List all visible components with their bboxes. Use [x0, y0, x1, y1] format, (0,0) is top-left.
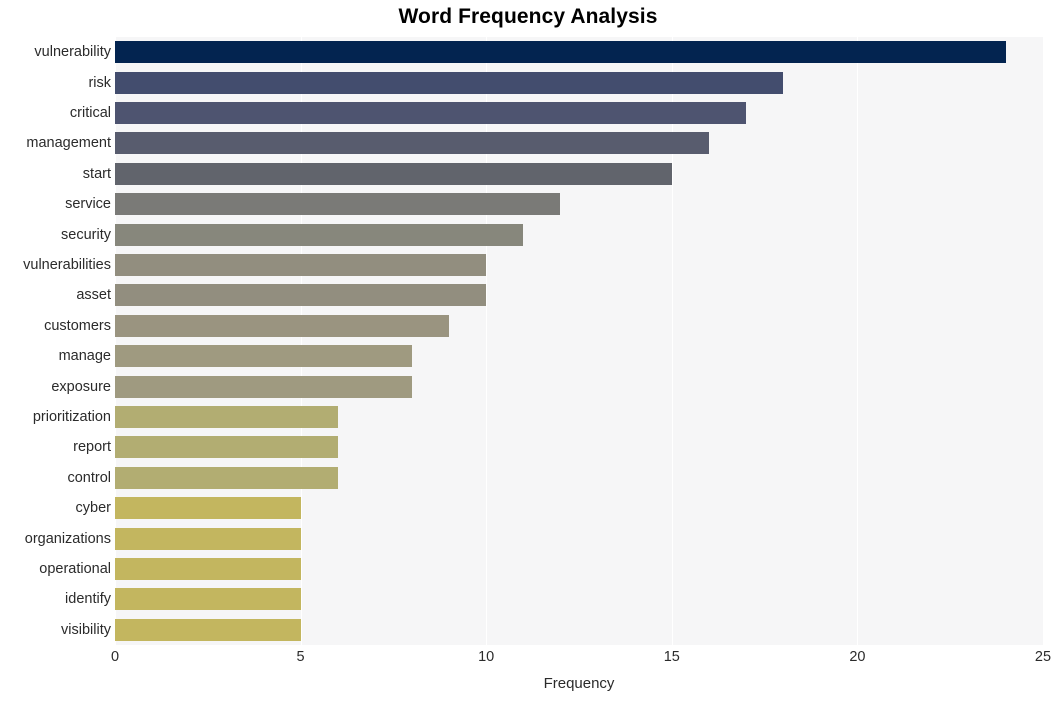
bar[interactable] — [115, 132, 709, 155]
y-axis-tick-label: control — [67, 469, 111, 486]
y-axis-tick-label: exposure — [51, 378, 111, 395]
x-axis-tick-label: 15 — [663, 649, 680, 665]
x-axis-tick-label: 10 — [478, 649, 495, 665]
bar[interactable] — [115, 375, 412, 398]
y-axis-tick-label: visibility — [61, 621, 111, 638]
bar[interactable] — [115, 314, 450, 337]
y-axis-tick-labels: vulnerability risk critical management start… — [0, 37, 111, 645]
word-frequency-chart: Word Frequency Analysis vulnerability ris… — [0, 0, 1056, 701]
chart-title: Word Frequency Analysis — [398, 5, 658, 28]
x-axis-tick-labels: 0 5 10 15 20 25 — [0, 650, 1056, 672]
bar[interactable] — [115, 193, 561, 216]
bar[interactable] — [115, 284, 487, 307]
bar[interactable] — [115, 406, 338, 428]
y-axis-tick-label: cyber — [75, 500, 111, 517]
bar[interactable] — [115, 558, 301, 580]
y-axis-tick-label: asset — [76, 287, 111, 304]
x-axis-tick-label: 25 — [1034, 649, 1052, 665]
bar[interactable] — [115, 41, 1006, 64]
y-axis-tick-label: operational — [39, 561, 111, 577]
x-axis-tick-label: 5 — [296, 649, 305, 665]
bar[interactable] — [115, 618, 301, 641]
y-axis-tick-label: management — [26, 135, 111, 152]
bar[interactable] — [115, 436, 338, 459]
bar[interactable] — [115, 588, 301, 611]
bar[interactable] — [115, 497, 301, 520]
y-axis-tick-label: vulnerability — [34, 44, 111, 61]
y-axis-tick-label: report — [73, 439, 111, 456]
plot-area — [115, 37, 1043, 645]
y-axis-tick-label: critical — [69, 105, 111, 121]
bar[interactable] — [115, 527, 301, 550]
bars-layer — [115, 37, 1043, 645]
y-axis-tick-label: prioritization — [32, 409, 111, 425]
y-axis-tick-label: manage — [58, 348, 111, 365]
y-axis-tick-label: organizations — [24, 530, 111, 547]
y-axis-tick-label: service — [65, 196, 111, 213]
y-axis-tick-label: customers — [44, 317, 111, 334]
bar[interactable] — [115, 102, 747, 124]
y-axis-tick-label: security — [61, 226, 111, 243]
bar[interactable] — [115, 162, 672, 185]
bar[interactable] — [115, 345, 412, 368]
y-axis-tick-label: start — [82, 165, 111, 182]
x-axis-tick-label: 0 — [110, 649, 120, 665]
bar[interactable] — [115, 466, 338, 489]
bar[interactable] — [115, 254, 487, 276]
y-axis-tick-label: identify — [65, 591, 111, 608]
x-axis-tick-label: 20 — [849, 649, 866, 665]
bar[interactable] — [115, 223, 524, 246]
y-axis-tick-label: risk — [88, 74, 111, 91]
y-axis-tick-label: vulnerabilities — [23, 257, 111, 273]
x-axis-title: Frequency — [543, 675, 615, 692]
bar[interactable] — [115, 71, 784, 94]
